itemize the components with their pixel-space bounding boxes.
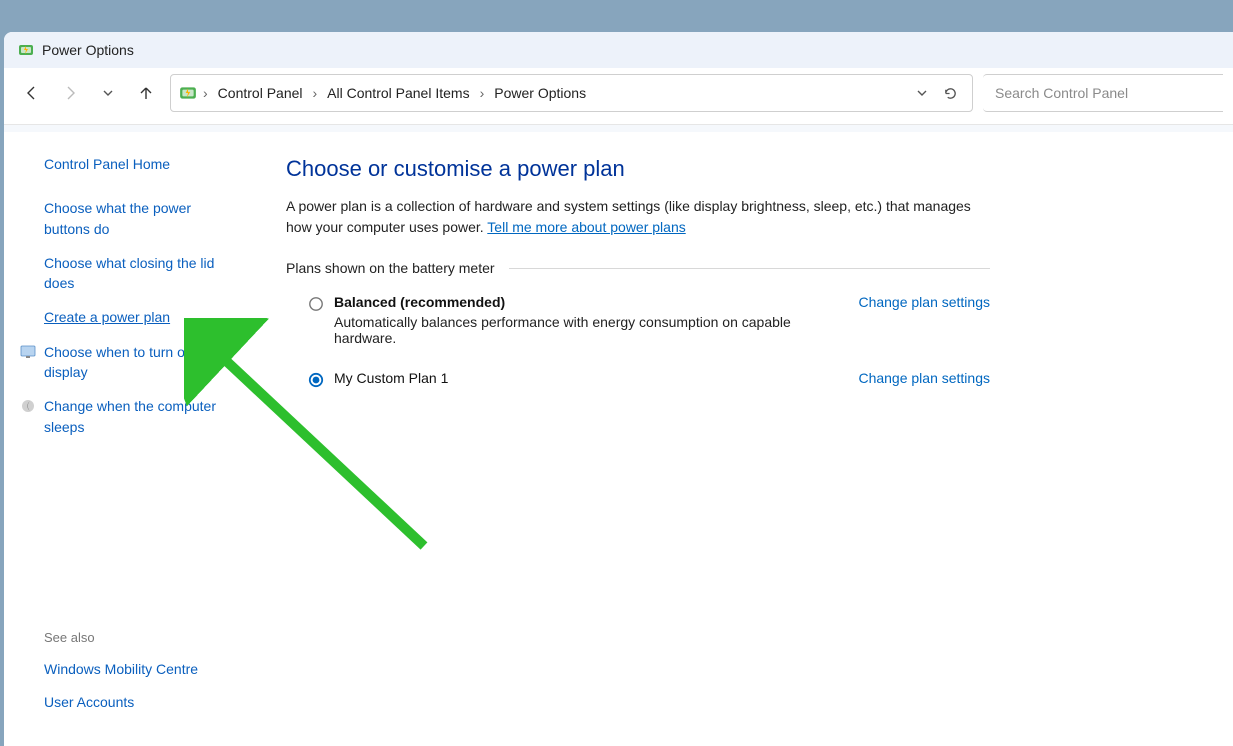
see-also-link-mobility[interactable]: Windows Mobility Centre	[44, 659, 240, 679]
back-button[interactable]	[18, 79, 46, 107]
forward-button[interactable]	[56, 79, 84, 107]
power-options-icon	[18, 42, 34, 58]
titlebar: Power Options	[4, 32, 1233, 68]
power-options-icon	[179, 84, 197, 102]
radio-selected-icon[interactable]	[308, 372, 324, 388]
main-panel: Choose or customise a power plan A power…	[258, 132, 1018, 746]
sidebar-link-power-buttons[interactable]: Choose what the power buttons do	[44, 198, 240, 239]
section-label-text: Plans shown on the battery meter	[286, 260, 495, 276]
sidebar-link-turn-off-display[interactable]: Choose when to turn off the display	[44, 342, 240, 383]
page-description: A power plan is a collection of hardware…	[286, 196, 990, 238]
breadcrumb-item[interactable]: All Control Panel Items	[319, 81, 477, 105]
see-also-link-user-accounts[interactable]: User Accounts	[44, 692, 240, 712]
plan-row-balanced: Balanced (recommended) Automatically bal…	[286, 288, 990, 364]
content: Control Panel Home Choose what the power…	[4, 132, 1233, 746]
divider	[509, 268, 990, 269]
refresh-button[interactable]	[936, 86, 964, 101]
control-panel-home-link[interactable]: Control Panel Home	[44, 154, 240, 174]
chevron-right-icon[interactable]: ›	[311, 85, 320, 101]
plan-subtitle: Automatically balances performance with …	[334, 314, 842, 346]
sidebar-link-label: Choose when to turn off the display	[44, 344, 216, 380]
window-title: Power Options	[42, 42, 134, 58]
up-button[interactable]	[132, 79, 160, 107]
chevron-right-icon[interactable]: ›	[478, 85, 487, 101]
address-dropdown[interactable]	[908, 87, 936, 99]
breadcrumb-item[interactable]: Control Panel	[210, 81, 311, 105]
sidebar-link-sleep[interactable]: Change when the computer sleeps	[44, 396, 240, 437]
plan-name[interactable]: My Custom Plan 1	[334, 370, 842, 386]
search-box[interactable]	[983, 74, 1223, 112]
display-icon	[20, 344, 36, 360]
sidebar-link-closing-lid[interactable]: Choose what closing the lid does	[44, 253, 240, 294]
plans-section-label: Plans shown on the battery meter	[286, 260, 990, 276]
radio-unselected-icon[interactable]	[308, 296, 324, 312]
search-input[interactable]	[995, 75, 1211, 111]
change-plan-settings-link[interactable]: Change plan settings	[858, 370, 990, 386]
window: Power Options › Control Panel › All Cont…	[4, 32, 1233, 746]
moon-icon	[20, 398, 36, 414]
see-also-heading: See also	[44, 629, 240, 648]
tell-me-more-link[interactable]: Tell me more about power plans	[487, 219, 685, 235]
chevron-right-icon[interactable]: ›	[201, 85, 210, 101]
sidebar-link-label: Change when the computer sleeps	[44, 398, 216, 434]
change-plan-settings-link[interactable]: Change plan settings	[858, 294, 990, 310]
plan-row-custom: My Custom Plan 1 Change plan settings	[286, 364, 990, 406]
sidebar: Control Panel Home Choose what the power…	[4, 132, 258, 746]
breadcrumb-item[interactable]: Power Options	[486, 81, 594, 105]
page-heading: Choose or customise a power plan	[286, 156, 990, 182]
address-bar[interactable]: › Control Panel › All Control Panel Item…	[170, 74, 973, 112]
nav-row: › Control Panel › All Control Panel Item…	[4, 68, 1233, 125]
recent-dropdown[interactable]	[94, 79, 122, 107]
sidebar-link-create-plan[interactable]: Create a power plan	[44, 307, 240, 327]
plan-name[interactable]: Balanced (recommended)	[334, 294, 842, 310]
